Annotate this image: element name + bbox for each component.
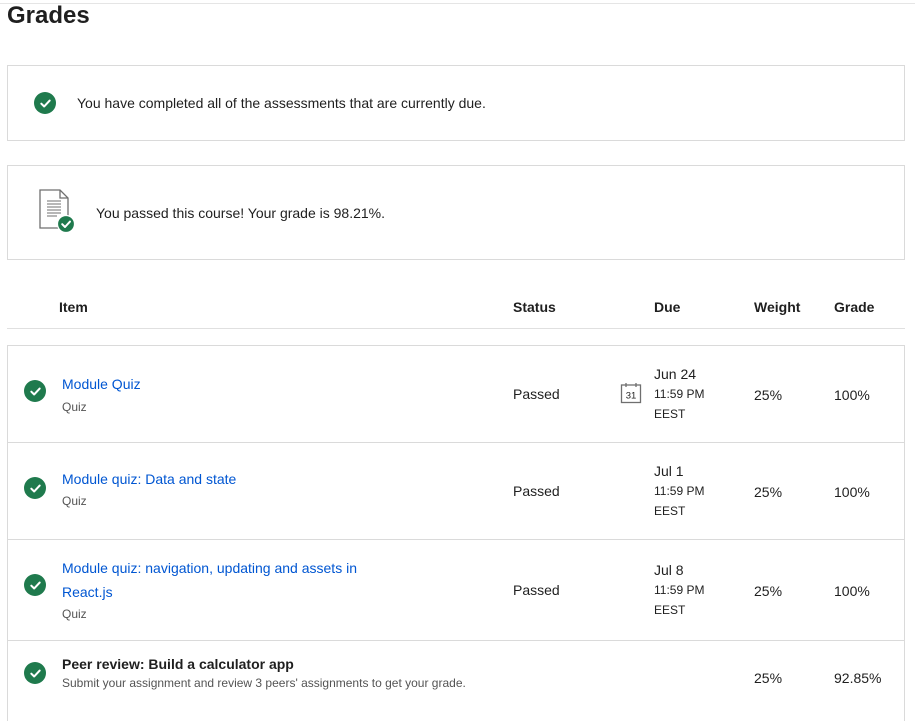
item-link[interactable]: Module quiz: navigation, updating and as…	[62, 556, 372, 604]
column-header-status[interactable]: Status	[513, 299, 556, 315]
calendar-icon: 31	[620, 383, 642, 404]
item-status: Passed	[513, 582, 560, 598]
column-header-item[interactable]: Item	[59, 299, 88, 315]
due-cell: Jun 24 11:59 PM EEST	[654, 364, 724, 424]
table-row[interactable]: Module quiz: Data and state Quiz Passed …	[8, 443, 904, 540]
top-divider	[0, 3, 915, 4]
item-grade: 100%	[834, 583, 870, 599]
due-time: 11:59 PM	[654, 484, 705, 498]
item-type: Quiz	[62, 400, 87, 414]
pass-notice: You passed this course! Your grade is 98…	[7, 165, 905, 260]
pass-notice-text: You passed this course! Your grade is 98…	[96, 205, 386, 221]
completion-notice-text: You have completed all of the assessment…	[77, 95, 486, 111]
column-header-due[interactable]: Due	[654, 299, 680, 315]
item-title[interactable]: Peer review: Build a calculator app	[62, 652, 294, 676]
due-date: Jul 1	[654, 463, 684, 479]
check-circle-icon	[24, 477, 46, 499]
table-row[interactable]: Peer review: Build a calculator app Subm…	[8, 641, 904, 721]
grades-table-header: Item Status Due Weight Grade	[7, 288, 905, 329]
item-grade: 100%	[834, 387, 870, 403]
item-type: Quiz	[62, 494, 87, 508]
calendar-day: 31	[626, 391, 637, 402]
table-row[interactable]: Module Quiz Quiz Passed 31 Jun 24 11:59 …	[8, 346, 904, 443]
column-header-grade[interactable]: Grade	[834, 299, 874, 315]
completion-notice: You have completed all of the assessment…	[7, 65, 905, 141]
check-circle-icon	[34, 92, 56, 114]
item-type: Quiz	[62, 607, 87, 621]
column-header-weight[interactable]: Weight	[754, 299, 800, 315]
item-link[interactable]: Module Quiz	[62, 372, 141, 396]
item-weight: 25%	[754, 484, 783, 500]
due-timezone: EEST	[654, 504, 686, 518]
item-link[interactable]: Module quiz: Data and state	[62, 467, 236, 491]
due-time: 11:59 PM	[654, 387, 705, 401]
item-weight: 25%	[754, 387, 783, 403]
due-cell: Jul 1 11:59 PM EEST	[654, 461, 724, 521]
grades-table: Module Quiz Quiz Passed 31 Jun 24 11:59 …	[7, 345, 905, 721]
due-cell: Jul 8 11:59 PM EEST	[654, 560, 724, 620]
item-description: Submit your assignment and review 3 peer…	[62, 676, 466, 690]
check-circle-icon	[24, 574, 46, 596]
item-weight: 25%	[754, 583, 783, 599]
item-weight: 25%	[754, 670, 783, 686]
due-timezone: EEST	[654, 407, 686, 421]
page-title: Grades	[7, 2, 90, 29]
item-grade: 100%	[834, 484, 870, 500]
check-circle-icon	[24, 380, 46, 402]
due-date: Jul 8	[654, 562, 684, 578]
table-row[interactable]: Module quiz: navigation, updating and as…	[8, 540, 904, 641]
item-status: Passed	[513, 386, 560, 402]
document-check-icon	[39, 189, 76, 234]
due-timezone: EEST	[654, 603, 686, 617]
item-grade: 92.85%	[834, 670, 882, 686]
due-time: 11:59 PM	[654, 583, 705, 597]
item-status: Passed	[513, 483, 560, 499]
check-circle-icon	[24, 662, 46, 684]
due-date: Jun 24	[654, 366, 697, 382]
